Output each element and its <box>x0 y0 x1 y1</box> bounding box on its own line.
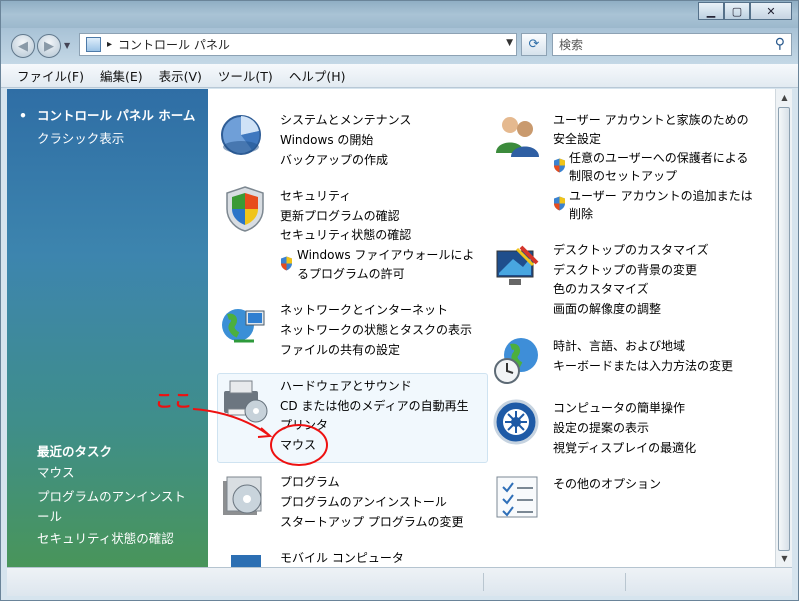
minimize-button[interactable]: ▁ <box>698 2 724 20</box>
security-heading[interactable]: セキュリティ <box>280 187 351 204</box>
control-panel-icon <box>86 37 101 52</box>
back-button[interactable]: ◀ <box>11 34 35 58</box>
recent-tasks-heading: 最近のタスク <box>37 444 113 459</box>
programs-heading[interactable]: プログラム <box>280 473 340 490</box>
check-updates-link[interactable]: 更新プログラムの確認 <box>280 207 400 224</box>
breadcrumb-separator-icon[interactable]: ▸ <box>107 39 112 50</box>
screen-resolution-link[interactable]: 画面の解像度の調整 <box>553 300 661 317</box>
security-status-link[interactable]: セキュリティ状態の確認 <box>280 226 411 243</box>
uninstall-program-link[interactable]: プログラムのアンインストール <box>280 493 447 510</box>
address-toolbar: ◀ ▶ ▼ ▸ コントロール パネル ▼ ⟳ 検索 ⚲ <box>1 28 798 64</box>
menu-edit[interactable]: 編集(E) <box>92 66 151 85</box>
ease-of-access-icon <box>493 399 539 445</box>
menu-file[interactable]: ファイル(F) <box>9 66 92 85</box>
address-bar[interactable]: ▸ コントロール パネル ▼ <box>79 33 517 56</box>
backup-link[interactable]: バックアップの作成 <box>280 151 388 168</box>
other-options-icon <box>496 476 538 518</box>
menu-help[interactable]: ヘルプ(H) <box>281 66 354 85</box>
menu-bar: ファイル(F) 編集(E) 表示(V) ツール(T) ヘルプ(H) <box>1 64 798 88</box>
add-remove-users-link-cont[interactable]: 削除 <box>569 205 593 222</box>
annotation-arrow-icon <box>192 408 328 466</box>
ease-of-access-heading[interactable]: コンピュータの簡単操作 <box>553 399 685 416</box>
other-options-heading[interactable]: その他のオプション <box>553 475 661 492</box>
status-separator <box>625 573 626 591</box>
search-placeholder: 検索 <box>559 38 584 52</box>
user-accounts-heading[interactable]: ユーザー アカウントと家族のための <box>553 111 749 128</box>
file-sharing-link[interactable]: ファイルの共有の設定 <box>280 341 400 358</box>
classic-view-link[interactable]: クラシック表示 <box>37 128 124 147</box>
user-accounts-heading-cont[interactable]: 安全設定 <box>553 130 601 147</box>
maximize-button[interactable]: ▢ <box>724 2 750 20</box>
search-input[interactable]: 検索 ⚲ <box>552 33 792 56</box>
system-maintenance-icon <box>221 115 261 155</box>
control-panel-home-link[interactable]: コントロール パネル ホーム <box>19 105 195 124</box>
appearance-heading[interactable]: デスクトップのカスタマイズ <box>553 241 709 258</box>
firewall-allow-link[interactable]: Windows ファイアウォールによ <box>297 246 474 263</box>
scroll-up-icon[interactable]: ▲ <box>776 89 793 106</box>
network-status-link[interactable]: ネットワークの状態とタスクの表示 <box>280 321 472 338</box>
network-globe-icon <box>222 309 265 343</box>
menu-tools[interactable]: ツール(T) <box>210 66 281 85</box>
control-panel-window: ▁ ▢ ✕ ◀ ▶ ▼ ▸ コントロール パネル ▼ ⟳ 検索 ⚲ ファイル(F… <box>0 0 799 601</box>
task-pane: コントロール パネル ホーム クラシック表示 最近のタスク マウス プログラムの… <box>7 89 208 567</box>
breadcrumb-control-panel[interactable]: コントロール パネル <box>118 36 230 53</box>
refresh-button[interactable]: ⟳ <box>521 33 547 56</box>
address-dropdown-icon[interactable]: ▼ <box>506 38 513 48</box>
keyboard-input-link[interactable]: キーボードまたは入力方法の変更 <box>553 357 733 374</box>
firewall-allow-link-cont[interactable]: るプログラムの許可 <box>297 265 405 282</box>
uac-shield-icon <box>554 196 565 211</box>
clock-language-heading[interactable]: 時計、言語、および地域 <box>553 337 685 354</box>
startup-programs-link[interactable]: スタートアップ プログラムの変更 <box>280 513 463 530</box>
security-shield-icon <box>226 186 264 232</box>
vertical-scrollbar[interactable]: ▲ ▼ <box>775 89 792 567</box>
search-icon[interactable]: ⚲ <box>775 36 785 52</box>
recent-task-security[interactable]: セキュリティ状態の確認 <box>37 529 197 549</box>
windows-start-link[interactable]: Windows の開始 <box>280 131 373 148</box>
uac-shield-icon <box>281 256 292 271</box>
status-bar <box>7 567 792 596</box>
status-separator <box>483 573 484 591</box>
desktop-background-link[interactable]: デスクトップの背景の変更 <box>553 261 697 278</box>
title-bar[interactable]: ▁ ▢ ✕ <box>1 1 798 28</box>
mobile-pc-icon <box>231 555 261 567</box>
programs-icon <box>223 476 262 515</box>
clock-language-icon <box>494 338 538 384</box>
color-customize-link[interactable]: 色のカスタマイズ <box>553 280 649 297</box>
parental-controls-link[interactable]: 任意のユーザーへの保護者による <box>569 149 748 166</box>
scroll-down-icon[interactable]: ▼ <box>776 550 793 567</box>
system-maintenance-heading[interactable]: システムとメンテナンス <box>280 111 411 128</box>
add-remove-users-link[interactable]: ユーザー アカウントの追加または <box>569 187 753 204</box>
window-controls: ▁ ▢ ✕ <box>698 2 792 20</box>
uac-shield-icon <box>554 158 565 173</box>
recent-task-uninstall[interactable]: プログラムのアンインストール <box>37 487 197 527</box>
optimize-display-link[interactable]: 視覚ディスプレイの最適化 <box>553 439 696 456</box>
parental-controls-link-cont[interactable]: 制限のセットアップ <box>569 167 677 184</box>
forward-button[interactable]: ▶ <box>37 34 61 58</box>
mobile-pc-heading[interactable]: モバイル コンピュータ <box>280 549 404 566</box>
network-heading[interactable]: ネットワークとインターネット <box>280 301 448 318</box>
history-dropdown-icon[interactable]: ▼ <box>64 41 70 50</box>
menu-view[interactable]: 表示(V) <box>151 66 210 85</box>
suggested-settings-link[interactable]: 設定の提案の表示 <box>553 419 649 436</box>
appearance-icon <box>496 245 539 285</box>
user-accounts-icon <box>496 117 539 157</box>
close-button[interactable]: ✕ <box>750 2 792 20</box>
scroll-thumb[interactable] <box>778 107 790 551</box>
